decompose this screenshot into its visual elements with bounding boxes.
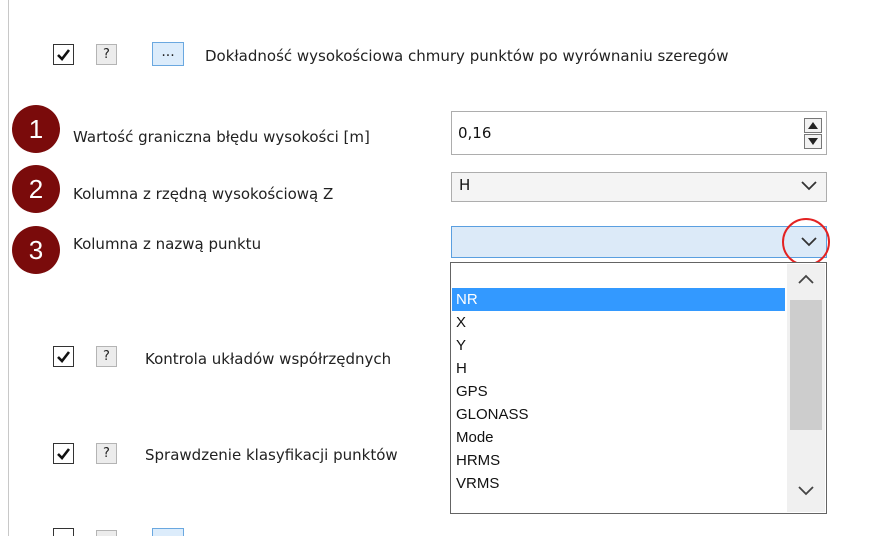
badge-1: 1: [12, 105, 60, 153]
dropdown-item-x[interactable]: X: [452, 311, 785, 334]
point-name-combobox[interactable]: [451, 226, 827, 258]
point-name-dropdown-list[interactable]: NR X Y H GPS GLONASS Mode HRMS VRMS: [450, 262, 827, 514]
classification-label: Sprawdzenie klasyfikacji punktów: [145, 446, 398, 464]
chevron-up-icon[interactable]: [798, 274, 814, 284]
scrollbar-thumb[interactable]: [790, 300, 822, 430]
check-icon: [57, 49, 71, 61]
spin-down-button[interactable]: [804, 134, 822, 149]
coords-checkbox[interactable]: [53, 346, 74, 367]
badge-2: 2: [12, 165, 60, 213]
height-error-value: 0,16: [458, 124, 492, 142]
triangle-up-icon: [808, 122, 818, 129]
classification-checkbox[interactable]: [53, 443, 74, 464]
accuracy-checkbox[interactable]: [53, 44, 74, 65]
coords-label: Kontrola układów współrzędnych: [145, 350, 392, 368]
dropdown-item-h[interactable]: H: [452, 357, 785, 380]
height-error-spinbox[interactable]: 0,16: [451, 111, 827, 155]
dropdown-options: NR X Y H GPS GLONASS Mode HRMS VRMS: [452, 288, 785, 495]
dropdown-item-mode[interactable]: Mode: [452, 426, 785, 449]
point-name-column-label: Kolumna z nazwą punktu: [73, 235, 262, 253]
accuracy-help-button[interactable]: ?: [96, 44, 117, 65]
spin-up-button[interactable]: [804, 118, 822, 133]
z-column-label: Kolumna z rzędną wysokościową Z: [73, 185, 334, 203]
dropdown-scrollbar[interactable]: [787, 264, 825, 512]
dropdown-item-vrms[interactable]: VRMS: [452, 472, 785, 495]
next-help-button[interactable]: [96, 530, 117, 536]
dropdown-item-y[interactable]: Y: [452, 334, 785, 357]
chevron-down-icon: [801, 181, 817, 191]
height-error-label: Wartość graniczna błędu wysokości [m]: [73, 128, 370, 146]
next-checkbox[interactable]: [53, 528, 74, 536]
chevron-down-icon[interactable]: [798, 486, 814, 496]
dropdown-item-glonass[interactable]: GLONASS: [452, 403, 785, 426]
dropdown-item-hrms[interactable]: HRMS: [452, 449, 785, 472]
check-icon: [57, 448, 71, 460]
highlight-circle: [782, 218, 830, 266]
classification-help-button[interactable]: ?: [96, 443, 117, 464]
dropdown-blank-item[interactable]: [452, 264, 786, 287]
dropdown-item-nr[interactable]: NR: [452, 288, 785, 311]
check-icon: [57, 351, 71, 363]
next-options-button[interactable]: [152, 528, 184, 536]
dropdown-item-gps[interactable]: GPS: [452, 380, 785, 403]
coords-help-button[interactable]: ?: [96, 346, 117, 367]
accuracy-label: Dokładność wysokościowa chmury punktów p…: [205, 47, 729, 65]
z-column-combobox[interactable]: H: [451, 172, 827, 202]
accuracy-options-button[interactable]: ...: [152, 42, 184, 66]
z-column-value: H: [459, 176, 471, 194]
badge-3: 3: [12, 226, 60, 274]
triangle-down-icon: [808, 138, 818, 145]
